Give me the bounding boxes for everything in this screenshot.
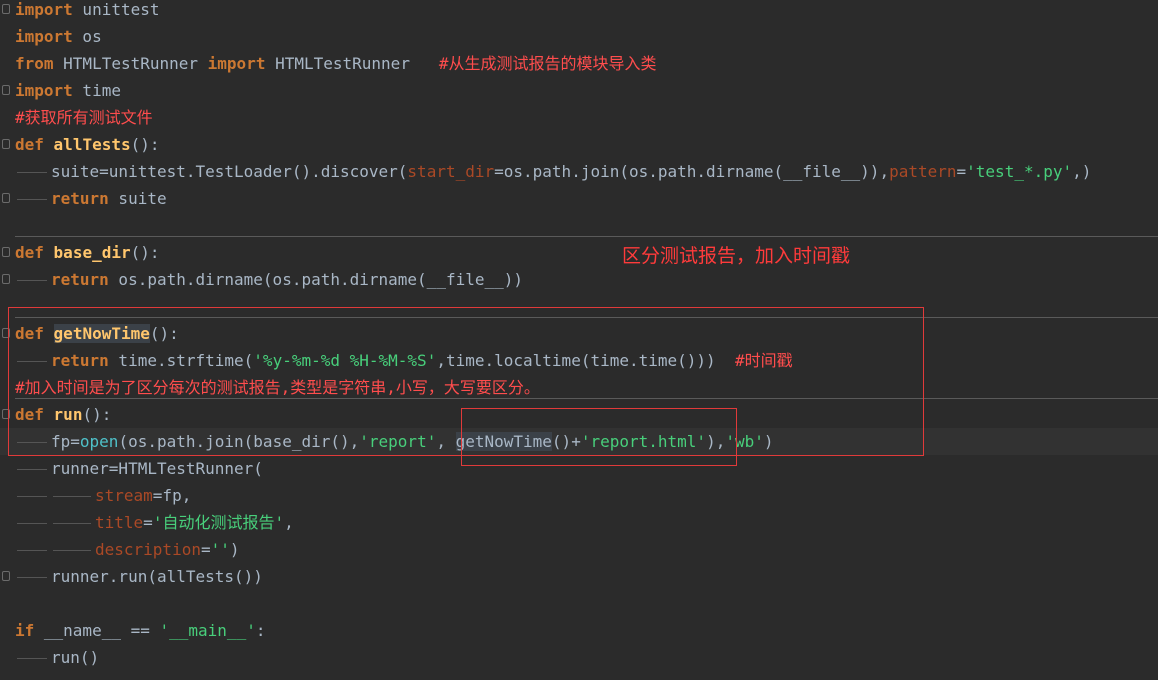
code-line[interactable]: stream=fp, [0, 482, 1158, 509]
keyword: def [15, 243, 44, 262]
code-line[interactable]: title='自动化测试报告', [0, 509, 1158, 536]
parameter-name: description [95, 540, 201, 559]
code-text: = [143, 513, 153, 532]
code-text: suite=unittest.TestLoader().discover( [51, 162, 408, 181]
fold-marker-icon[interactable] [2, 4, 10, 14]
keyword: return [51, 189, 109, 208]
fold-marker-icon[interactable] [2, 274, 10, 284]
keyword: return [51, 270, 109, 289]
indent-guide [15, 455, 51, 482]
code-text: HTMLTestRunner [265, 54, 439, 73]
indent-guide [15, 185, 51, 212]
code-line[interactable]: if __name__ == '__main__': [0, 617, 1158, 644]
keyword: import [15, 81, 73, 100]
indent-guide [15, 158, 51, 185]
indent-guide [15, 563, 51, 590]
code-line[interactable]: def allTests(): [0, 131, 1158, 158]
code-text: __name__ == [34, 621, 160, 640]
code-text: os.path.dirname(os.path.dirname(__file__… [108, 270, 524, 289]
code-text: = [956, 162, 967, 181]
fold-marker-icon[interactable] [2, 247, 10, 257]
indent-guide [51, 482, 95, 509]
code-text: HTMLTestRunner [53, 54, 208, 73]
code-text: run() [51, 648, 100, 667]
code-line[interactable]: #获取所有测试文件 [0, 104, 1158, 131]
string-literal: '__main__' [159, 621, 256, 640]
parameter-name: title [95, 513, 144, 532]
code-text: os [72, 27, 102, 46]
indent-guide [15, 536, 51, 563]
code-line[interactable]: return os.path.dirname(os.path.dirname(_… [0, 266, 1158, 293]
parameter-name: stream [95, 486, 153, 505]
fold-marker-icon[interactable] [2, 139, 10, 149]
parameter-name: start_dir [407, 162, 495, 181]
function-name: base_dir [53, 243, 131, 262]
indent-guide [15, 509, 51, 536]
code-text: =fp, [152, 486, 192, 505]
annotation-box-inner [461, 408, 737, 466]
code-text: =os.path.join(os.path.dirname(__file__))… [494, 162, 890, 181]
code-editor[interactable]: import unittest import os from HTMLTestR… [0, 0, 1158, 680]
code-text: (): [130, 135, 160, 154]
fold-marker-icon[interactable] [2, 85, 10, 95]
indent-guide [15, 482, 51, 509]
code-text: = [200, 540, 211, 559]
function-name: allTests [53, 135, 131, 154]
code-text: , [284, 513, 294, 532]
keyword: from [15, 54, 54, 73]
code-text: (): [130, 243, 160, 262]
code-text: runner=HTMLTestRunner( [51, 459, 263, 478]
indent-guide [15, 644, 51, 671]
code-text: suite [108, 189, 167, 208]
code-text: ) [229, 540, 240, 559]
code-line[interactable]: import unittest [0, 0, 1158, 23]
annotation-label: 区分测试报告，加入时间戳 [622, 245, 851, 267]
code-text: ,) [1072, 162, 1092, 181]
indent-guide [15, 266, 51, 293]
keyword: if [15, 621, 35, 640]
method-separator [15, 236, 1158, 237]
code-line[interactable]: description='') [0, 536, 1158, 563]
code-line[interactable]: from HTMLTestRunner import HTMLTestRunne… [0, 50, 1158, 77]
indent-guide [51, 509, 95, 536]
code-line[interactable]: return suite [0, 185, 1158, 212]
string-literal: '' [210, 540, 230, 559]
keyword: import [15, 0, 73, 19]
parameter-name: pattern [889, 162, 957, 181]
code-comment: #从生成测试报告的模块导入类 [438, 54, 657, 73]
code-text: runner.run(allTests()) [51, 567, 263, 586]
keyword: import [15, 27, 73, 46]
code-line[interactable]: run() [0, 644, 1158, 671]
code-line[interactable]: suite=unittest.TestLoader().discover(sta… [0, 158, 1158, 185]
fold-marker-icon[interactable] [2, 193, 10, 203]
code-line[interactable]: import os [0, 23, 1158, 50]
code-line[interactable]: import time [0, 77, 1158, 104]
code-text: : [255, 621, 266, 640]
keyword: import [207, 54, 266, 73]
string-literal: 'test_*.py' [966, 162, 1073, 181]
code-text: time [72, 81, 121, 100]
code-text: unittest [72, 0, 160, 19]
code-line[interactable]: def base_dir(): [0, 239, 1158, 266]
keyword: def [15, 135, 44, 154]
code-comment: #获取所有测试文件 [15, 108, 153, 127]
string-literal: '自动化测试报告' [152, 513, 285, 532]
fold-marker-icon[interactable] [2, 571, 10, 581]
code-line[interactable]: runner.run(allTests()) [0, 563, 1158, 590]
indent-guide [51, 536, 95, 563]
